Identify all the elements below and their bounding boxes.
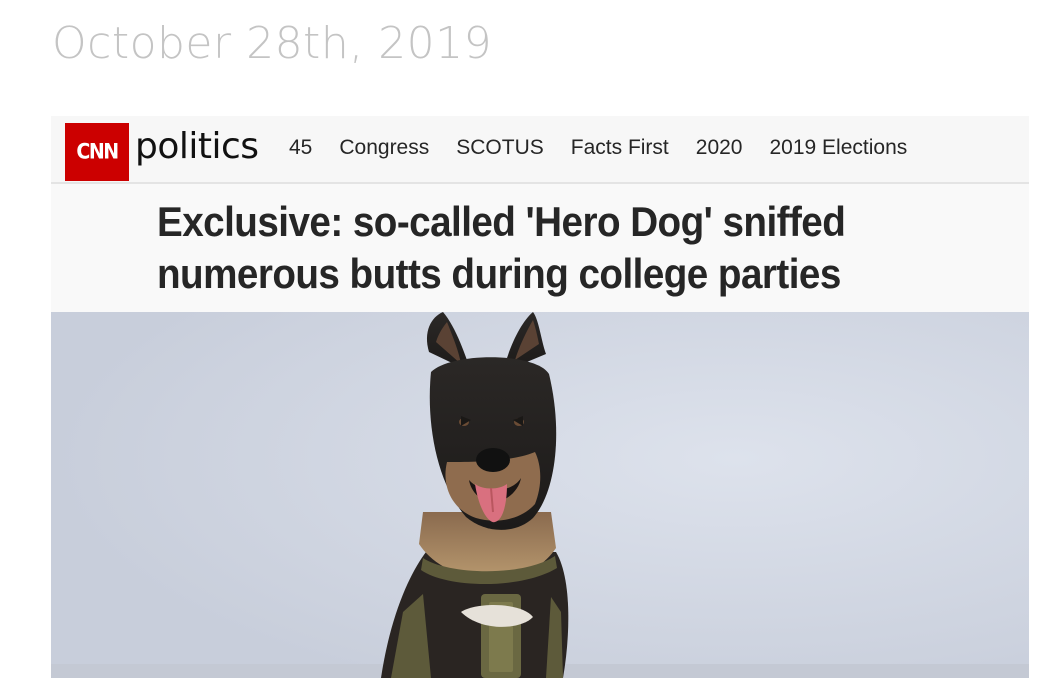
dog-illustration: [51, 312, 1029, 678]
cnn-logo[interactable]: CNN: [65, 123, 129, 181]
nav-link-2019-elections[interactable]: 2019 Elections: [769, 135, 907, 161]
article-screenshot: CNN politics 45 Congress SCOTUS Facts Fi…: [51, 116, 1029, 678]
section-title[interactable]: politics: [135, 123, 259, 171]
dog-photo: [51, 312, 1029, 678]
nav-link-2020[interactable]: 2020: [696, 135, 743, 161]
site-navbar: CNN politics 45 Congress SCOTUS Facts Fi…: [51, 116, 1029, 184]
nav-link-facts-first[interactable]: Facts First: [571, 135, 669, 161]
nav-link-congress[interactable]: Congress: [339, 135, 429, 161]
nav-link-scotus[interactable]: SCOTUS: [456, 135, 544, 161]
nav-links: 45 Congress SCOTUS Facts First 2020 2019…: [289, 135, 934, 161]
page: October 28th, 2019 CNN politics 45 Congr…: [0, 0, 1061, 695]
logo-text: CNN: [76, 139, 119, 165]
headline-line-2: numerous butts during college parties: [157, 250, 841, 297]
headline-line-1: Exclusive: so-called 'Hero Dog' sniffed: [157, 198, 846, 245]
post-date: October 28th, 2019: [52, 18, 493, 69]
headline-area: Exclusive: so-called 'Hero Dog' sniffed …: [51, 184, 1029, 312]
nav-link-45[interactable]: 45: [289, 135, 312, 161]
article-headline[interactable]: Exclusive: so-called 'Hero Dog' sniffed …: [157, 196, 948, 300]
